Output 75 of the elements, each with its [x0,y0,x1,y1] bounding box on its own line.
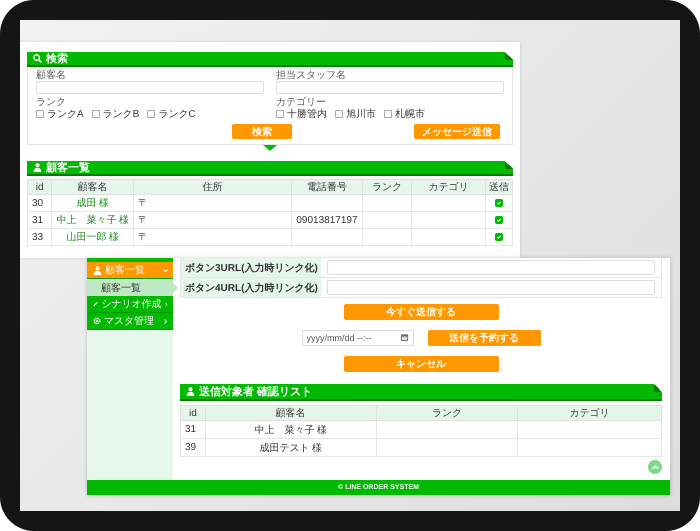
checkbox[interactable] [384,110,392,118]
table-cell: 〒 [134,212,292,228]
table-cell: 中上 菜々子 様 [205,420,376,438]
sidebar-item[interactable]: 顧客一覧 [87,262,173,279]
form-label: ボタン4URL(入力時リンク化) [181,278,321,297]
table-cell: 〒 [134,194,292,212]
filter-label: ランク [36,97,67,108]
table-cell: 09013817197 [292,212,362,228]
customer-link[interactable]: 山田一郎 様 [52,228,134,246]
section-title: 検索 [46,52,68,66]
chevron-right-icon [162,318,169,324]
filter-label: カテゴリー [276,97,327,108]
search-icon [33,54,42,63]
checkbox[interactable] [147,110,156,118]
table-cell: 39 [180,438,206,456]
checkbox-label: 十勝管内 [287,108,327,121]
field-label: 顧客名 [36,70,67,81]
column-header: カテゴリ [518,406,662,420]
table-cell: 31 [28,212,52,228]
sidebar-subitem[interactable]: 顧客一覧 [87,279,173,296]
checkbox[interactable] [92,110,100,118]
table-cell: 31 [180,420,206,438]
column-header: ランク [376,406,518,420]
send-message-button[interactable]: メッセージ送信 [414,124,500,139]
column-header: ランク [362,180,412,194]
customer-link[interactable]: 成田 様 [52,194,134,212]
field-label: 担当スタッフ名 [276,70,347,81]
form-label: ボタン3URL(入力時リンク化) [181,258,321,277]
column-header: 顧客名 [52,180,134,194]
checkbox[interactable] [494,198,503,206]
checkbox[interactable] [494,232,503,240]
section-title: 送信対象者 確認リスト [199,384,312,399]
checkbox-label: ランクA [47,108,84,121]
chevron-down-icon [162,266,169,274]
pencil-icon [93,300,98,308]
person-icon [93,266,102,274]
input-field[interactable] [327,280,655,295]
input-field[interactable] [36,81,264,94]
person-icon [186,387,195,396]
table-cell: 成田テスト 様 [205,438,376,456]
column-header: 顧客名 [205,406,376,420]
cancel-button[interactable]: キャンセル [344,356,498,372]
checkbox[interactable] [36,110,44,118]
gear-icon [93,317,101,325]
checkbox[interactable] [276,110,284,118]
date-field[interactable]: yyyy/mm/dd --:-- [302,330,414,346]
column-header: id [180,406,206,420]
chevron-up-icon [650,462,660,472]
person-icon [33,163,42,172]
customer-link[interactable]: 中上 菜々子 様 [52,212,134,228]
chevron-right-icon [164,300,169,308]
column-header: 送信 [485,180,512,194]
input-field[interactable] [327,260,655,275]
column-header: 住所 [134,180,292,194]
schedule-button[interactable]: 送信を予約する [428,330,540,346]
checkbox-label: ランクB [102,108,140,121]
checkbox-label: ランクC [158,108,196,121]
send-now-button[interactable]: 今すぐ送信する [344,304,498,320]
table-cell: 〒 [134,228,292,246]
search-button[interactable]: 検索 [232,124,292,139]
column-header: カテゴリ [412,180,486,194]
checkbox[interactable] [494,216,503,224]
table-cell: 33 [28,228,52,246]
triangle-marker [263,145,277,151]
input-field[interactable] [276,81,504,94]
column-header: 電話番号 [292,180,362,194]
checkbox[interactable] [335,110,343,118]
table-cell: 30 [28,194,52,212]
checkbox-label: 旭川市 [346,108,376,121]
sidebar-item[interactable]: マスタ管理 [87,313,173,330]
sidebar-item[interactable]: シナリオ作成 [87,296,173,313]
scroll-top-button[interactable] [648,460,662,474]
checkbox-label: 札幌市 [395,108,425,121]
column-header: id [28,180,52,194]
section-title: 顧客一覧 [46,160,90,175]
